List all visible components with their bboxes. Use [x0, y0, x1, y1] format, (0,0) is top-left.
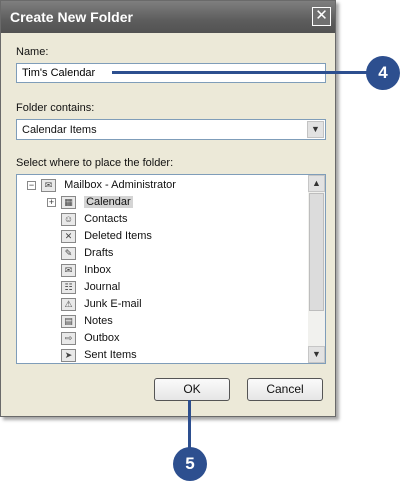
tree-item-notes[interactable]: ▤ Notes: [61, 313, 113, 329]
location-label: Select where to place the folder:: [16, 157, 174, 169]
dropdown-arrow-button[interactable]: ▼: [307, 121, 324, 138]
callout-5-leader-line: [188, 400, 191, 450]
scroll-down-button[interactable]: ▼: [308, 346, 325, 363]
mailbox-icon: ✉: [41, 178, 56, 192]
calendar-icon: ▦: [61, 195, 76, 209]
drafts-icon: ✎: [61, 246, 76, 260]
ok-button[interactable]: OK: [154, 378, 230, 401]
close-button[interactable]: ✕: [312, 7, 331, 26]
close-icon: ✕: [315, 7, 328, 24]
tree-item-label: Junk E-mail: [84, 298, 142, 310]
name-label: Name:: [16, 46, 49, 58]
tree-item-label: Sent Items: [84, 349, 137, 361]
tree-item-sent-items[interactable]: ➤ Sent Items: [61, 347, 137, 363]
tree-item-label: Calendar: [84, 196, 133, 208]
sent-items-icon: ➤: [61, 348, 76, 362]
inbox-icon: ✉: [61, 263, 76, 277]
cancel-button[interactable]: Cancel: [247, 378, 323, 401]
tree-item-junk-email[interactable]: ⚠ Junk E-mail: [61, 296, 142, 312]
junk-mail-icon: ⚠: [61, 297, 76, 311]
tree-item-label: Drafts: [84, 247, 114, 259]
folder-contains-value: Calendar Items: [22, 124, 97, 136]
outbox-icon: ⇨: [61, 331, 76, 345]
tree-item-inbox[interactable]: ✉ Inbox: [61, 262, 111, 278]
scroll-up-button[interactable]: ▲: [308, 175, 325, 192]
tree-item-journal[interactable]: ☷ Journal: [61, 279, 120, 295]
callout-4-leader-line: [112, 71, 370, 74]
notes-icon: ▤: [61, 314, 76, 328]
collapse-root-toggle[interactable]: −: [27, 181, 36, 190]
tree-item-drafts[interactable]: ✎ Drafts: [61, 245, 113, 261]
tree-root-label: Mailbox - Administrator: [64, 179, 176, 191]
journal-icon: ☷: [61, 280, 76, 294]
tree-item-outbox[interactable]: ⇨ Outbox: [61, 330, 120, 346]
folder-contains-select[interactable]: Calendar Items ▼: [16, 119, 326, 140]
tree-item-label: Contacts: [84, 213, 128, 225]
callout-4-badge: 4: [366, 56, 400, 90]
chevron-up-icon: ▲: [312, 178, 321, 188]
tree-scrollbar[interactable]: ▲ ▼: [308, 175, 325, 363]
tree-item-label: Deleted Items: [84, 230, 152, 242]
dialog-title: Create New Folder: [10, 9, 133, 25]
folder-contains-label: Folder contains:: [16, 102, 95, 114]
trash-icon: ✕: [61, 229, 76, 243]
title-bar[interactable]: Create New Folder ✕: [1, 1, 335, 33]
tree-item-contacts[interactable]: ☺ Contacts: [61, 211, 127, 227]
chevron-down-icon: ▼: [312, 349, 321, 359]
tree-item-label: Outbox: [84, 332, 120, 344]
tree-item-label: Inbox: [84, 264, 111, 276]
tree-item-calendar[interactable]: ▦ Calendar: [61, 194, 133, 210]
scroll-thumb[interactable]: [309, 193, 324, 311]
tree-root-mailbox[interactable]: ✉ Mailbox - Administrator: [41, 177, 176, 193]
tree-item-deleted-items[interactable]: ✕ Deleted Items: [61, 228, 152, 244]
chevron-down-icon: ▼: [311, 124, 320, 134]
create-new-folder-dialog: Create New Folder ✕ Name: Folder contain…: [0, 0, 336, 417]
tree-item-label: Journal: [84, 281, 121, 293]
folder-tree[interactable]: − ✉ Mailbox - Administrator + ▦ Calendar…: [16, 174, 326, 364]
tree-item-label: Notes: [84, 315, 113, 327]
callout-5-badge: 5: [173, 447, 207, 481]
contacts-icon: ☺: [61, 212, 76, 226]
expand-calendar-toggle[interactable]: +: [47, 198, 56, 207]
